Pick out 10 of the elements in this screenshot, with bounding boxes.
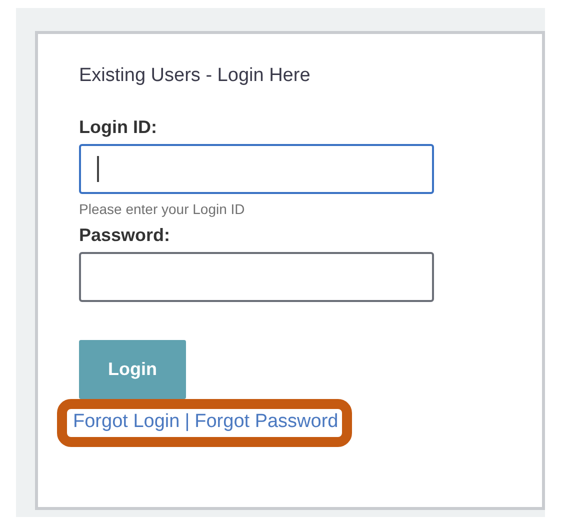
field-label: Password: (79, 224, 170, 246)
login-heading: Existing Users - Login Here (79, 64, 310, 88)
input-field[interactable] (79, 144, 434, 194)
field-label: Login ID: (79, 116, 157, 138)
link-separator: | (184, 410, 190, 434)
forgot-link[interactable]: Forgot Password (194, 410, 338, 434)
input-field[interactable] (79, 252, 434, 302)
login-button[interactable]: Login (79, 340, 186, 399)
field-hint: Please enter your Login ID (79, 200, 245, 218)
forgot-link[interactable]: Forgot Login (73, 410, 180, 434)
